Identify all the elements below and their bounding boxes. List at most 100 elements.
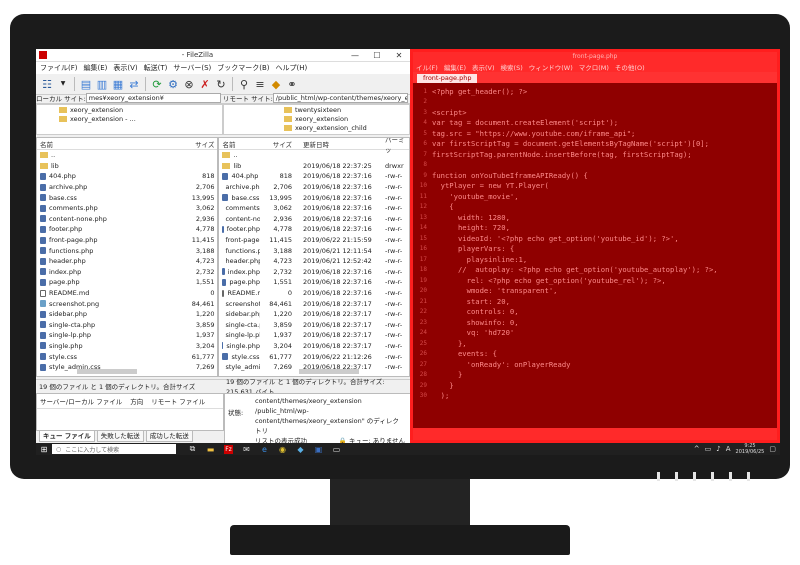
file-row[interactable]: 404.php 818 2019/06/18 22:37:16 -rw-r- — [219, 171, 409, 182]
editor-menu-search[interactable]: 検索(S) — [501, 62, 523, 72]
file-row[interactable]: .. — [37, 150, 217, 161]
file-row[interactable]: README.md 0 2019/06/18 22:37:16 -rw-r- — [219, 288, 409, 299]
reconnect-icon[interactable]: ↻ — [214, 77, 228, 91]
file-row[interactable]: content-none.php 2,936 2019/06/18 22:37:16… — [219, 214, 409, 225]
site-manager-icon[interactable]: ☷ — [40, 77, 54, 91]
refresh-icon[interactable]: ⟳ — [150, 77, 164, 91]
network-icon[interactable]: ▭ — [705, 445, 712, 453]
menu-bookmark[interactable]: ブックマーク(B) — [217, 63, 269, 73]
menu-help[interactable]: ヘルプ(H) — [276, 63, 308, 73]
column-size[interactable]: サイズ — [260, 139, 295, 149]
file-row[interactable]: archive.php 2,706 2019/06/18 22:37:16 -rw-r… — [219, 182, 409, 193]
editor-menu-other[interactable]: その他(O) — [615, 62, 645, 72]
file-row[interactable]: single.php 3,204 — [37, 341, 217, 352]
column-name[interactable]: 名前 — [219, 139, 260, 149]
menu-view[interactable]: 表示(V) — [113, 63, 137, 73]
file-row[interactable]: single.php 3,204 2019/06/18 22:37:17 -rw-r- — [219, 341, 409, 352]
file-row[interactable]: front-page.php 11,415 — [37, 235, 217, 246]
file-row[interactable]: header.php 4,723 — [37, 256, 217, 267]
file-row[interactable]: functions.php 3,188 — [37, 245, 217, 256]
toggle-queue-icon[interactable]: ⇄ — [127, 77, 141, 91]
file-row[interactable]: header.php 4,723 2019/06/21 12:52:42 -rw-r- — [219, 256, 409, 267]
editor-taskbar-icon[interactable]: ▣ — [314, 445, 323, 454]
file-row[interactable]: content-none.php 2,936 — [37, 214, 217, 225]
mail-icon[interactable]: ✉ — [242, 445, 251, 454]
file-row[interactable]: functions.php 3,188 2019/06/21 12:11:54 -rw… — [219, 245, 409, 256]
file-row[interactable]: single-lp.php 1,937 — [37, 330, 217, 341]
sync-browse-icon[interactable]: ◆ — [269, 77, 283, 91]
file-row[interactable]: lib 2019/06/18 22:37:25 drwxr — [219, 161, 409, 172]
queue-col-direction[interactable]: 方向 — [130, 396, 143, 406]
file-row[interactable]: index.php 2,732 — [37, 267, 217, 278]
file-row[interactable]: archive.php 2,706 — [37, 182, 217, 193]
windows-start-icon[interactable]: ⊞ — [36, 443, 52, 455]
file-row[interactable]: sidebar.php 1,220 2019/06/18 22:37:17 -rw-r… — [219, 309, 409, 320]
clock[interactable]: 9:25 2019/06/25 — [736, 443, 765, 455]
column-permission[interactable]: パーミッ — [381, 138, 409, 154]
task-view-icon[interactable]: ⧉ — [188, 444, 197, 454]
editor-menu-view[interactable]: 表示(V) — [472, 62, 495, 72]
file-row[interactable]: style.css 61,777 — [37, 351, 217, 362]
tree-item[interactable]: xeory_extension - ... — [37, 114, 222, 123]
file-row[interactable]: comments.php 3,062 — [37, 203, 217, 214]
file-row[interactable]: screenshot.png 84,461 — [37, 298, 217, 309]
horizontal-scrollbar[interactable] — [77, 369, 137, 374]
remote-desktop-icon[interactable]: ▭ — [332, 445, 341, 454]
queue-col-file[interactable]: サーバー/ローカル ファイル — [40, 396, 122, 406]
column-size[interactable]: サイズ — [182, 139, 217, 149]
tree-item[interactable]: xeory_extension — [224, 114, 409, 123]
menu-transfer[interactable]: 転送(T) — [144, 63, 168, 73]
file-row[interactable]: sidebar.php 1,220 — [37, 309, 217, 320]
volume-icon[interactable]: ♪ — [716, 445, 720, 453]
file-row[interactable]: page.php 1,551 2019/06/18 22:37:16 -rw-r- — [219, 277, 409, 288]
editor-tab-front-page[interactable]: front-page.php — [417, 74, 478, 83]
file-row[interactable]: style.css 61,777 2019/06/22 21:12:26 -rw-r- — [219, 351, 409, 362]
tray-expand-icon[interactable]: ^ — [694, 445, 700, 453]
file-row[interactable]: page.php 1,551 — [37, 277, 217, 288]
file-explorer-icon[interactable]: ▬ — [206, 445, 215, 454]
menu-file[interactable]: ファイル(F) — [40, 63, 78, 73]
editor-menu-file[interactable]: イル(F) — [416, 62, 438, 72]
file-row[interactable]: base.css 13,995 — [37, 192, 217, 203]
file-row[interactable]: single-cta.php 3,859 2019/06/18 22:37:17 -r… — [219, 320, 409, 331]
file-row[interactable]: base.css 13,995 2019/06/18 22:37:16 -rw-r- — [219, 192, 409, 203]
tab-failed-transfers[interactable]: 失敗した転送 — [96, 430, 144, 442]
menu-server[interactable]: サーバー(S) — [173, 63, 211, 73]
file-row[interactable]: screenshot.png 84,461 2019/06/18 22:37:17 -… — [219, 298, 409, 309]
local-tree[interactable]: xeory_extension xeory_extension - ... — [36, 104, 223, 135]
menu-edit[interactable]: 編集(E) — [84, 63, 108, 73]
toggle-log-icon[interactable]: ▤ — [79, 77, 93, 91]
toggle-local-tree-icon[interactable]: ▥ — [95, 77, 109, 91]
file-row[interactable]: lib — [37, 161, 217, 172]
file-row[interactable]: comments.php 3,062 2019/06/18 22:37:16 -rw-… — [219, 203, 409, 214]
editor-menu-edit[interactable]: 編集(E) — [444, 62, 466, 72]
filter-icon[interactable]: ⚲ — [237, 77, 251, 91]
editor-menu-window[interactable]: ウィンドウ(W) — [529, 62, 573, 72]
column-name[interactable]: 名前 — [37, 139, 182, 149]
file-row[interactable]: front-page.php 11,415 2019/06/22 21:15:59 -… — [219, 235, 409, 246]
compare-icon[interactable]: ≡ — [253, 77, 267, 91]
notification-icon[interactable]: ▢ — [769, 445, 776, 453]
horizontal-scrollbar[interactable] — [299, 369, 360, 374]
edge-icon[interactable]: e — [260, 445, 269, 454]
disconnect-icon[interactable]: ✗ — [198, 77, 212, 91]
remote-site-input[interactable]: /public_html/wp-content/themes/xeory_ext… — [272, 93, 408, 103]
file-row[interactable]: README.md 0 — [37, 288, 217, 299]
file-row[interactable]: single-cta.php 3,859 — [37, 320, 217, 331]
toggle-remote-tree-icon[interactable]: ▦ — [111, 77, 125, 91]
search-files-icon[interactable]: ⚭ — [285, 77, 299, 91]
editor-menu-macro[interactable]: マクロ(M) — [579, 62, 609, 72]
tab-queued-files[interactable]: キュー ファイル — [39, 430, 95, 442]
remote-tree[interactable]: twentysixteen xeory_extension xeory_exte… — [223, 104, 410, 135]
file-row[interactable]: single-lp.php 1,937 2019/06/18 22:37:17 -rw… — [219, 330, 409, 341]
cancel-icon[interactable]: ⊗ — [182, 77, 196, 91]
column-date[interactable]: 更新日時 — [295, 139, 381, 149]
tree-item[interactable]: twentysixteen — [224, 105, 409, 114]
close-icon[interactable]: ✕ — [388, 51, 410, 60]
file-row[interactable]: 404.php 818 — [37, 171, 217, 182]
tree-item[interactable]: xeory_extension — [37, 105, 222, 114]
app-icon[interactable]: ◆ — [296, 445, 305, 454]
code-area[interactable]: 1 <?php get_header(); ?> 2 3 <script> 4 var ta… — [413, 86, 777, 426]
language-icon[interactable]: A — [726, 445, 731, 453]
file-row[interactable]: footer.php 4,778 2019/06/18 22:37:16 -rw-r- — [219, 224, 409, 235]
